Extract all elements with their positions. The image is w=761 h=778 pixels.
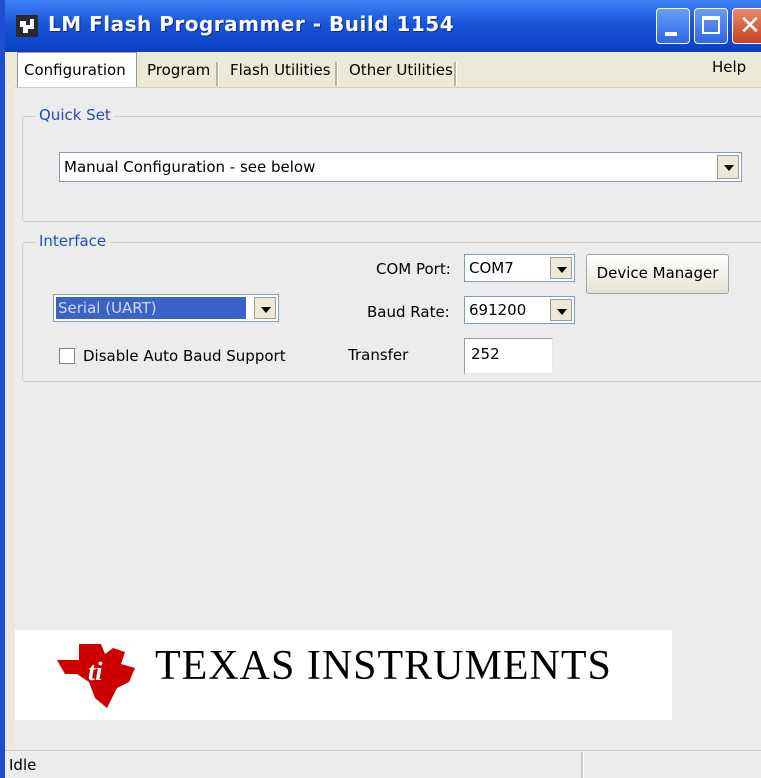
com-port-label: COM Port: xyxy=(376,260,451,278)
device-manager-button[interactable]: Device Manager xyxy=(586,254,729,294)
com-port-value: COM7 xyxy=(469,259,514,277)
svg-text:ti: ti xyxy=(88,657,103,686)
title-bar[interactable]: LM Flash Programmer - Build 1154 ✕ xyxy=(5,0,761,52)
tab-other-utilities[interactable]: Other Utilities xyxy=(343,55,461,85)
tab-flash-utilities[interactable]: Flash Utilities xyxy=(224,55,342,85)
transfer-label: Transfer xyxy=(348,346,409,364)
chevron-down-icon[interactable] xyxy=(550,257,572,279)
tab-divider xyxy=(454,62,457,86)
tab-divider xyxy=(216,62,219,86)
window-title: LM Flash Programmer - Build 1154 xyxy=(48,12,455,36)
transfer-input[interactable]: 252 xyxy=(464,338,553,374)
minimize-icon xyxy=(665,32,677,36)
app-window: LM Flash Programmer - Build 1154 ✕ Confi… xyxy=(0,0,761,778)
status-text: Idle xyxy=(9,756,37,774)
app-icon xyxy=(16,15,38,37)
baud-rate-select[interactable]: 691200 xyxy=(464,296,575,324)
tab-program[interactable]: Program xyxy=(141,55,223,85)
logo-text: TEXAS INSTRUMENTS xyxy=(155,643,612,689)
minimize-button[interactable] xyxy=(656,8,690,44)
auto-baud-label: Disable Auto Baud Support xyxy=(83,347,286,365)
baud-rate-label: Baud Rate: xyxy=(367,303,450,321)
interface-type-value: Serial (UART) xyxy=(56,297,246,319)
tab-divider xyxy=(335,62,338,86)
status-bar xyxy=(5,750,761,778)
interface-type-select[interactable]: Serial (UART) xyxy=(53,294,279,322)
help-menu[interactable]: Help xyxy=(712,58,746,76)
maximize-icon xyxy=(702,16,720,34)
maximize-button[interactable] xyxy=(694,8,728,44)
tab-configuration[interactable]: Configuration xyxy=(17,52,137,88)
ti-logo-icon: ti xyxy=(57,644,135,708)
interface-legend: Interface xyxy=(36,232,110,250)
chevron-down-icon[interactable] xyxy=(254,297,276,319)
com-port-select[interactable]: COM7 xyxy=(464,254,575,282)
quick-set-value: Manual Configuration - see below xyxy=(64,158,316,176)
status-divider xyxy=(581,752,584,778)
quick-set-select[interactable]: Manual Configuration - see below xyxy=(59,152,742,182)
auto-baud-checkbox[interactable] xyxy=(59,348,75,364)
close-button[interactable]: ✕ xyxy=(732,8,761,44)
tab-bar: Configuration Program Flash Utilities Ot… xyxy=(5,52,761,88)
baud-rate-value: 691200 xyxy=(469,301,527,319)
close-icon: ✕ xyxy=(739,11,761,41)
chevron-down-icon[interactable] xyxy=(550,299,572,321)
chevron-down-icon[interactable] xyxy=(717,155,739,179)
quick-set-legend: Quick Set xyxy=(36,106,114,124)
